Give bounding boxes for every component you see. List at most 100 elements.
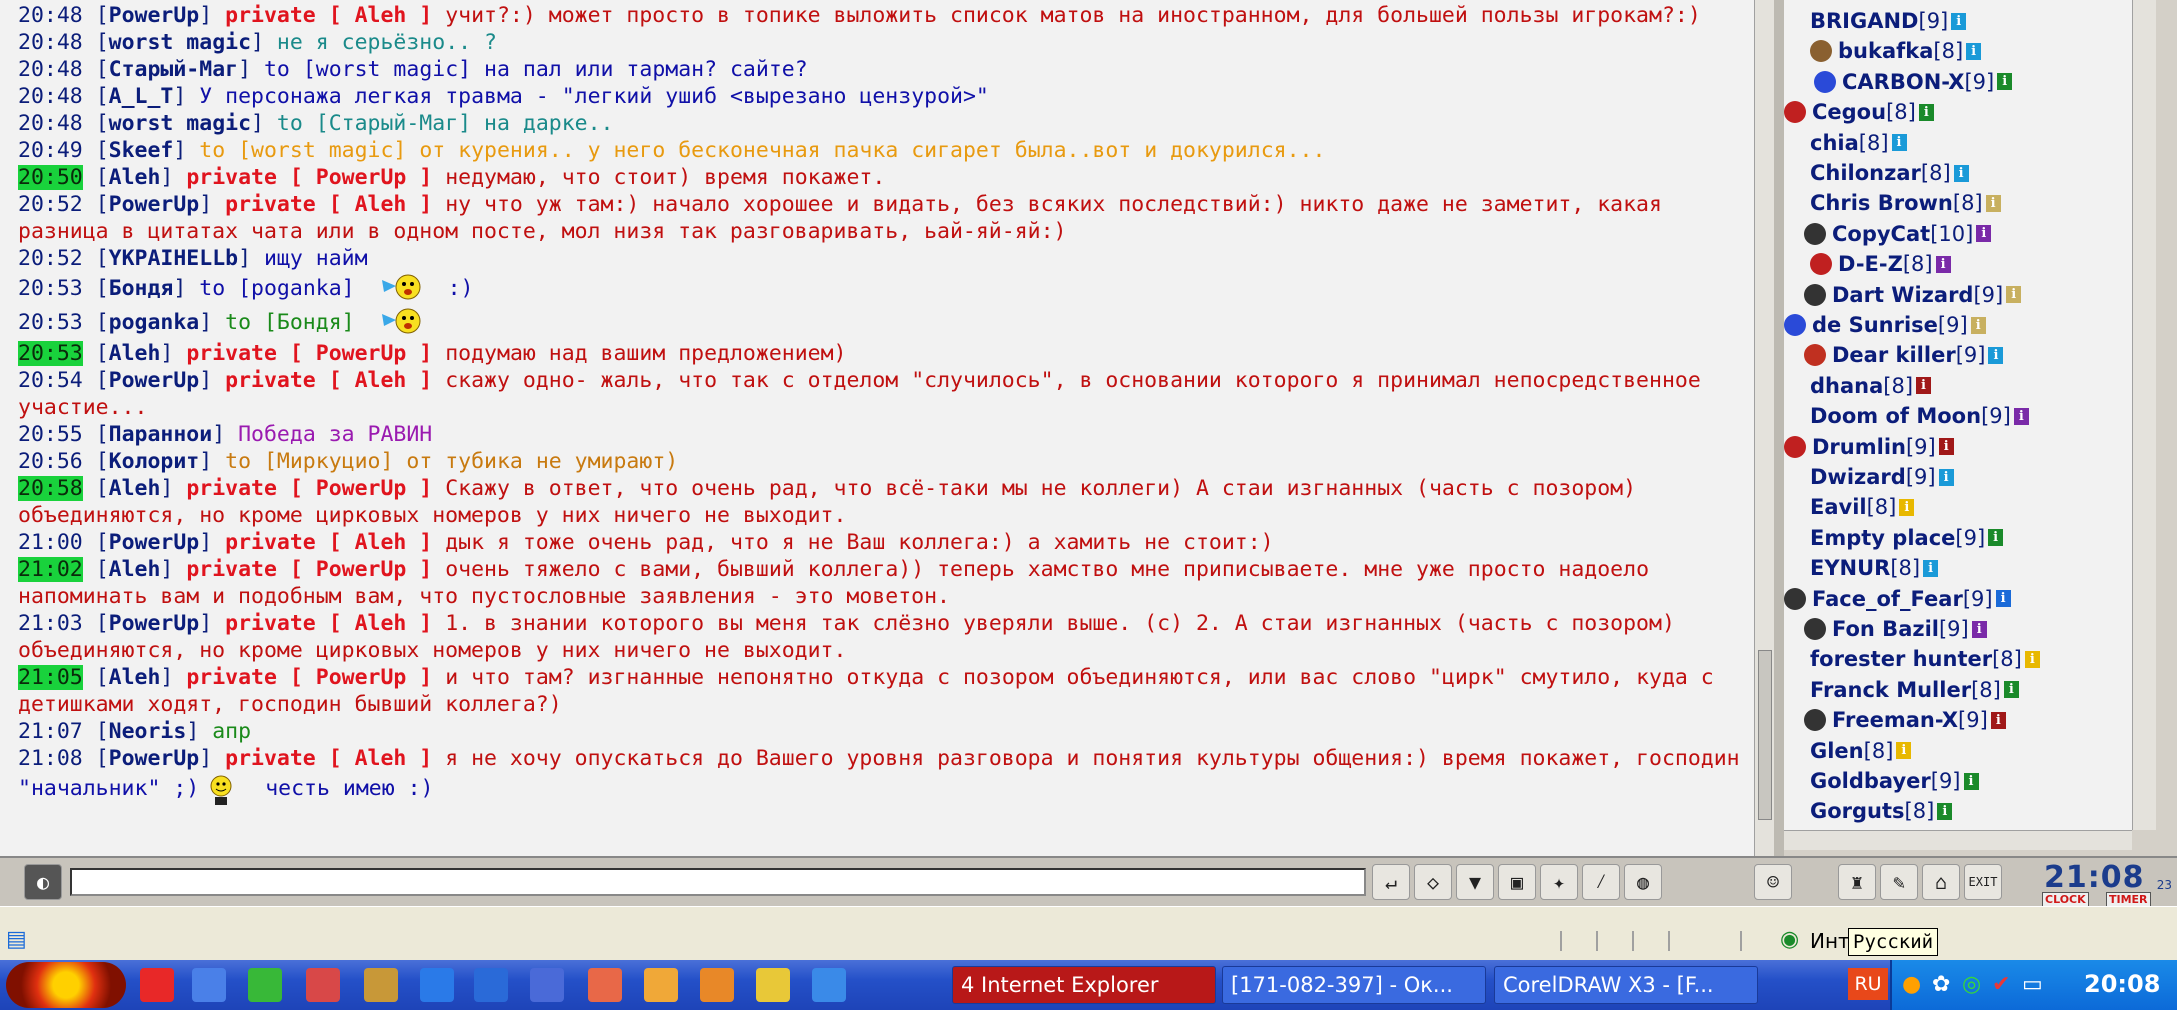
user-row[interactable]: D-E-Z [8] i [1810, 249, 1951, 279]
ql-app-icon[interactable] [644, 968, 678, 1002]
info-icon[interactable]: i [1988, 346, 2004, 364]
task-coreldraw[interactable]: CorelDRAW X3 - [F... [1494, 966, 1758, 1004]
ql-app-icon[interactable] [364, 968, 398, 1002]
user-name[interactable]: Drumlin [1812, 435, 1906, 459]
chat-input[interactable] [70, 868, 1366, 896]
info-icon[interactable]: i [1896, 742, 1912, 760]
user-list-hscrollbar[interactable] [1784, 830, 2132, 850]
sound-icon[interactable]: ◍ [1624, 864, 1662, 900]
message-nick[interactable]: PowerUp [109, 192, 200, 217]
translit-icon[interactable]: ⁄ [1582, 864, 1620, 900]
private-tag[interactable]: private [ Aleh ] [225, 368, 432, 393]
private-tag[interactable]: private [ Aleh ] [225, 192, 432, 217]
info-icon[interactable]: i [1899, 498, 1915, 516]
user-name[interactable]: Goldbayer [1810, 769, 1931, 793]
user-name[interactable]: forester hunter [1810, 647, 1992, 671]
user-name[interactable]: Dwizard [1810, 465, 1906, 489]
message-nick[interactable]: Neoris [109, 719, 187, 744]
task-window[interactable]: [171-082-397] - Ок... [1222, 966, 1486, 1004]
user-name[interactable]: D-E-Z [1838, 252, 1903, 276]
message-nick[interactable]: Aleh [109, 476, 161, 501]
user-name[interactable]: chia [1810, 131, 1859, 155]
ql-app-icon[interactable] [248, 968, 282, 1002]
info-icon[interactable]: i [1935, 255, 1951, 273]
user-row[interactable]: Dear killer [9] i [1804, 340, 2004, 370]
message-nick[interactable]: PowerUp [109, 3, 200, 28]
private-tag[interactable]: private [ Aleh ] [225, 530, 432, 555]
private-tag[interactable]: private [ PowerUp ] [186, 476, 432, 501]
info-icon[interactable]: i [1938, 438, 1954, 456]
private-tag[interactable]: private [ PowerUp ] [186, 165, 432, 190]
clock-button[interactable]: CLOCK [2042, 892, 2089, 907]
message-nick[interactable]: Aleh [109, 165, 161, 190]
user-name[interactable]: Dart Wizard [1832, 283, 1973, 307]
user-name[interactable]: Eavil [1810, 495, 1867, 519]
private-tag[interactable]: private [ Aleh ] [225, 746, 432, 771]
user-name[interactable]: Glen [1810, 739, 1864, 763]
user-name[interactable]: EYNUR [1810, 556, 1890, 580]
message-nick[interactable]: Бондя [109, 276, 174, 301]
smile-icon[interactable]: ☺ [1754, 864, 1792, 900]
user-row[interactable]: Glen [8] i [1810, 736, 1912, 766]
message-nick[interactable]: Колорит [109, 449, 200, 474]
user-name[interactable]: CARBON-X [1842, 70, 1964, 94]
inventory-icon[interactable]: ✎ [1880, 864, 1918, 900]
eraser-icon[interactable]: ◇ [1414, 864, 1452, 900]
message-nick[interactable]: Aleh [109, 557, 161, 582]
info-icon[interactable]: i [1953, 164, 1969, 182]
user-row[interactable]: Face_of_Fear [9] i [1784, 584, 2011, 614]
info-icon[interactable]: i [1985, 194, 2001, 212]
user-row[interactable]: Gorguts [8] i [1810, 796, 1953, 826]
user-name[interactable]: Chilonzar [1810, 161, 1921, 185]
info-icon[interactable]: i [1971, 620, 1987, 638]
user-row[interactable]: Doom of Moon [9] i [1810, 401, 2029, 431]
message-nick[interactable]: Параннои [109, 422, 213, 447]
ql-app-icon[interactable] [530, 968, 564, 1002]
tray-icon[interactable]: ◎ [1962, 972, 1981, 997]
info-icon[interactable]: i [1966, 42, 1982, 60]
message-nick[interactable]: PowerUp [109, 611, 200, 636]
user-name[interactable]: CopyCat [1832, 222, 1930, 246]
message-nick[interactable]: PowerUp [109, 368, 200, 393]
send-icon[interactable]: ↵ [1372, 864, 1410, 900]
user-row[interactable]: Chilonzar [8] i [1810, 158, 1969, 188]
recipient-tag[interactable]: to [Бондя] [225, 310, 354, 335]
info-icon[interactable]: i [1976, 225, 1992, 243]
user-list-scrollbar[interactable] [2132, 0, 2156, 830]
info-icon[interactable]: i [1995, 590, 2011, 608]
language-indicator[interactable]: RU [1848, 968, 1888, 1000]
message-nick[interactable]: Старый-Маг [109, 57, 238, 82]
user-row[interactable]: Freeman-X [9] i [1804, 705, 2006, 735]
user-row[interactable]: Goldbayer [9] i [1810, 766, 1979, 796]
user-name[interactable]: Face_of_Fear [1812, 587, 1963, 611]
info-icon[interactable]: i [1918, 103, 1934, 121]
info-icon[interactable]: i [1923, 559, 1939, 577]
message-nick[interactable]: worst magic [109, 30, 251, 55]
ql-app-icon[interactable] [700, 968, 734, 1002]
save-icon[interactable]: ▣ [1498, 864, 1536, 900]
tray-icon[interactable]: ▭ [2022, 972, 2043, 997]
ql-app-icon[interactable] [812, 968, 846, 1002]
tray-icon[interactable]: ✿ [1932, 972, 1950, 997]
user-row[interactable]: de Sunrise [9] i [1784, 310, 1986, 340]
user-row[interactable]: Dwizard [9] i [1810, 462, 1954, 492]
info-icon[interactable]: i [2006, 286, 2022, 304]
info-icon[interactable]: i [1970, 316, 1986, 334]
message-nick[interactable]: PowerUp [109, 530, 200, 555]
info-icon[interactable]: i [1963, 772, 1979, 790]
chat-scrollbar-thumb[interactable] [1758, 650, 1772, 820]
message-nick[interactable]: Skeef [109, 138, 174, 163]
exit-icon[interactable]: EXIT [1964, 864, 2002, 900]
user-name[interactable]: Chris Brown [1810, 191, 1953, 215]
user-name[interactable]: Dear killer [1832, 343, 1956, 367]
bottle-icon[interactable]: ♜ [1838, 864, 1876, 900]
user-row[interactable]: Dart Wizard [9] i [1804, 280, 2022, 310]
chat-mode-icon[interactable]: ◐ [24, 864, 62, 900]
info-icon[interactable]: i [1990, 711, 2006, 729]
user-row[interactable]: Cegou [8] i [1784, 97, 1934, 127]
recipient-tag[interactable]: to [worst magic] [264, 57, 471, 82]
user-name[interactable]: Franck Muller [1810, 678, 1971, 702]
user-row[interactable]: BRIGAND [9] i [1810, 6, 1967, 36]
start-button[interactable] [6, 962, 126, 1008]
run-icon[interactable]: ✦ [1540, 864, 1578, 900]
